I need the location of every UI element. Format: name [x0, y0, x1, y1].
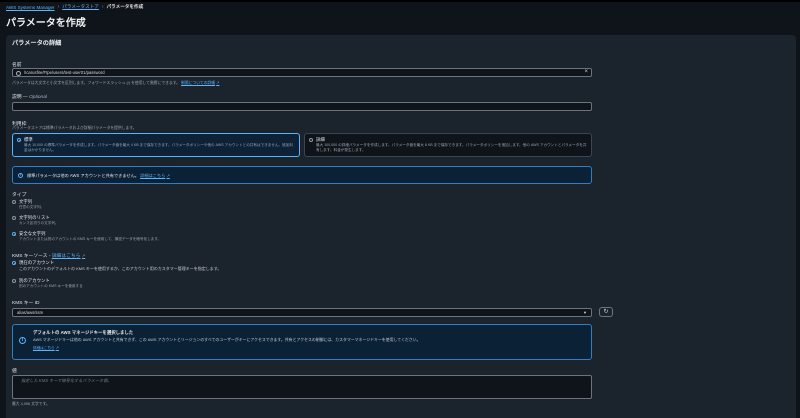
kms-source-label: KMS キーソース - 詳細はこちら ↗ [12, 253, 86, 259]
kms-other-desc: 別のアカウントの KMS キーを使用する [19, 284, 83, 288]
type-string-radio[interactable] [12, 200, 16, 204]
name-help: パラメータは大文字と小文字を区別します。フォワードスラッシュ (/) を使用して… [12, 80, 220, 86]
value-textarea[interactable]: 指定した KMS キーで暗号化するパラメータ値。 [12, 375, 592, 399]
optional-tag: Optional [29, 95, 47, 100]
type-stringlist-desc: カンマ区切りの文字列。 [19, 221, 59, 225]
kms-current-radio[interactable] [12, 261, 16, 265]
kms-source-label-text: KMS キーソース [12, 254, 48, 259]
clear-icon[interactable]: × [584, 69, 588, 75]
chevron-right-icon: › [57, 4, 60, 10]
parameter-details-panel [6, 35, 796, 418]
page-title: パラメータを作成 [6, 18, 86, 29]
chevron-right-icon: › [101, 4, 104, 10]
external-link-icon: ↗ [216, 80, 220, 85]
search-icon [16, 71, 21, 76]
type-string-desc: 任意の文字列。 [19, 205, 45, 209]
description-label: 説明 — Optional [12, 93, 47, 100]
tier-advanced-radio[interactable] [309, 138, 313, 142]
tier-help: パラメータストアは標準パラメータおよび詳細パラメータを提供します。 [12, 126, 137, 130]
managed-key-alert-link[interactable]: 詳細はこちら [33, 346, 55, 350]
name-help-text: パラメータは大文字と小文字を区別します。フォワードスラッシュ (/) を使用して… [12, 81, 180, 85]
name-help-link[interactable]: 制限についての詳細 [181, 81, 215, 85]
name-value: /Icarusfire/Ftpe/users/test-user01/passw… [24, 70, 105, 75]
breadcrumb-current: パラメータを作成 [106, 4, 144, 9]
share-alert-link[interactable]: 詳細はこちら [140, 173, 165, 178]
kms-key-id-label: KMS キー ID [12, 301, 40, 306]
kms-source-link[interactable]: 詳細はこちら [52, 254, 81, 259]
managed-key-alert-link-wrap: 詳細はこちら ↗ [33, 345, 59, 351]
tier-standard-card[interactable]: 標準 最大 10,000 の標準パラメータを作成します。パラメータ値を最大 4 … [12, 133, 300, 157]
kms-key-id-select[interactable]: alias/aws/ssm ▼ [12, 308, 592, 317]
value-help: 最大 4,096 文字です。 [12, 402, 50, 406]
info-icon: i [19, 337, 26, 344]
refresh-icon: ↻ [603, 309, 609, 315]
tier-standard-desc: 最大 10,000 の標準パラメータを作成します。パラメータ値を最大 4 KB … [24, 143, 293, 152]
share-alert-message: 標準パラメータは他の AWS アカウントと共有できません。 [27, 173, 139, 178]
kms-current-desc: このアカウントのデフォルトの KMS キーを使用するか、このアカウント用のカスタ… [19, 266, 222, 271]
managed-key-alert-title: デフォルトの AWS マネージドキーを選択しました [33, 330, 134, 335]
managed-key-alert-text: AWS マネージドキーは他の AWS アカウントと共有できず、この AWS アカ… [33, 337, 421, 342]
external-link-icon: ↗ [55, 345, 59, 350]
kms-key-id-value: alias/aws/ssm [17, 310, 44, 315]
type-label: タイプ [12, 193, 27, 198]
breadcrumb-parameter-store[interactable]: パラメータストア [62, 4, 99, 10]
external-link-icon: ↗ [81, 253, 86, 258]
name-label: 名前 [12, 63, 22, 68]
name-input[interactable]: /Icarusfire/Ftpe/users/test-user01/passw… [12, 68, 592, 77]
external-link-icon: ↗ [166, 173, 170, 178]
value-label: 値 [12, 369, 17, 374]
tier-advanced-card[interactable]: 詳細 最大 100,000 の詳細パラメータを作成します。パラメータ値を最大 8… [304, 133, 592, 157]
breadcrumb-ssm[interactable]: AWS Systems Manager [6, 5, 55, 10]
chevron-down-icon: ▼ [583, 310, 587, 315]
description-label-text: 説明 — [12, 95, 30, 100]
description-input[interactable] [12, 102, 592, 111]
tier-advanced-desc: 最大 100,000 の詳細パラメータを作成します。パラメータ値を最大 8 KB… [316, 143, 587, 152]
type-securestring-desc: アカウントまたは別のアカウントの KMS キーを使用して、機密データを暗号化しま… [19, 237, 162, 241]
top-strip [0, 0, 800, 2]
managed-key-alert: i デフォルトの AWS マネージドキーを選択しました AWS マネージドキーは… [12, 324, 592, 360]
share-alert-text: 標準パラメータは他の AWS アカウントと共有できません。 詳細はこちら ↗ [27, 173, 170, 179]
panel-title: パラメータの詳細 [12, 40, 62, 47]
kms-other-radio[interactable] [12, 279, 16, 283]
type-securestring-radio[interactable] [12, 232, 16, 236]
refresh-button[interactable]: ↻ [599, 307, 613, 317]
type-stringlist-radio[interactable] [12, 216, 16, 220]
breadcrumb: AWS Systems Manager › パラメータストア › パラメータを作… [6, 3, 143, 11]
share-info-alert: i 標準パラメータは他の AWS アカウントと共有できません。 詳細はこちら ↗ [12, 166, 592, 184]
info-icon: i [18, 173, 23, 178]
value-placeholder: 指定した KMS キーで暗号化するパラメータ値。 [21, 378, 112, 383]
tier-standard-radio[interactable] [17, 138, 21, 142]
